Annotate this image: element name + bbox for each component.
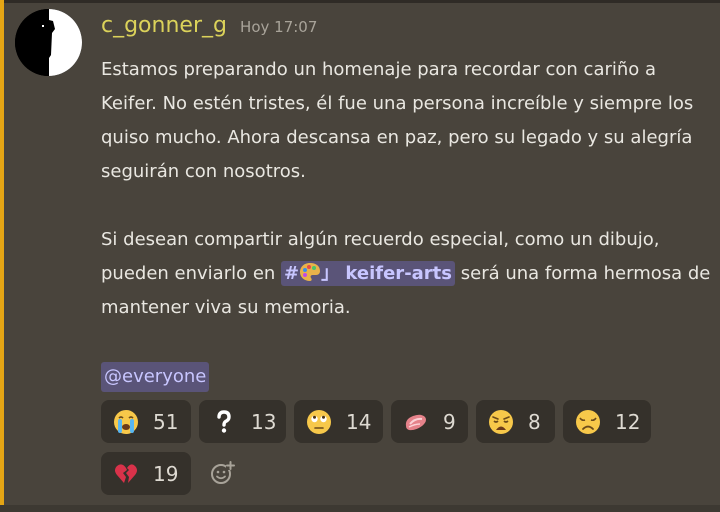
artist-palette-icon [300,263,321,281]
username[interactable]: c_gonner_g [101,13,227,38]
channel-mention[interactable]: # 」 keifer-arts [281,261,456,286]
message-header: c_gonner_g Hoy 17:07 [101,13,317,49]
mention-highlight-bar [0,0,4,512]
question-mark-icon [217,409,231,433]
reaction-weary[interactable]: 8 [476,400,555,443]
reaction-broken-heart[interactable]: 19 [101,452,191,495]
reaction-count: 9 [443,409,456,434]
reaction-raw-meat[interactable]: 9 [391,400,468,443]
top-divider [0,0,720,3]
face-with-rolling-eyes-icon [307,409,331,434]
disappointed-face-icon [576,409,600,434]
message-content: Estamos preparando un homenaje para reco… [101,53,713,325]
loudly-crying-face-icon [114,409,138,434]
reaction-count: 51 [153,409,179,434]
avatar-image [15,9,82,76]
timestamp: Hoy 17:07 [240,18,318,36]
weary-face-icon [489,409,513,434]
message-paragraph-1: Estamos preparando un homenaje para reco… [101,59,694,182]
broken-heart-icon [115,463,137,483]
everyone-mention[interactable]: @everyone [101,362,210,392]
raw-meat-icon [405,414,426,430]
channel-hash: # [284,263,300,284]
avatar[interactable] [15,9,82,76]
reaction-count: 13 [251,409,277,434]
message-paragraph-2: Si desean compartir algún recuerdo espec… [101,223,713,325]
channel-name: 」 keifer-arts [321,263,453,284]
bottom-divider [0,505,720,512]
reaction-loudly-crying[interactable]: 51 [101,400,191,443]
reaction-question[interactable]: 13 [199,400,286,443]
add-reaction-icon[interactable] [210,460,236,486]
reaction-disappointed[interactable]: 12 [563,400,651,443]
reaction-rolling-eyes[interactable]: 14 [294,400,383,443]
reaction-count: 8 [528,409,541,434]
reaction-count: 19 [153,461,179,486]
reaction-count: 14 [346,409,372,434]
reaction-count: 12 [615,409,641,434]
